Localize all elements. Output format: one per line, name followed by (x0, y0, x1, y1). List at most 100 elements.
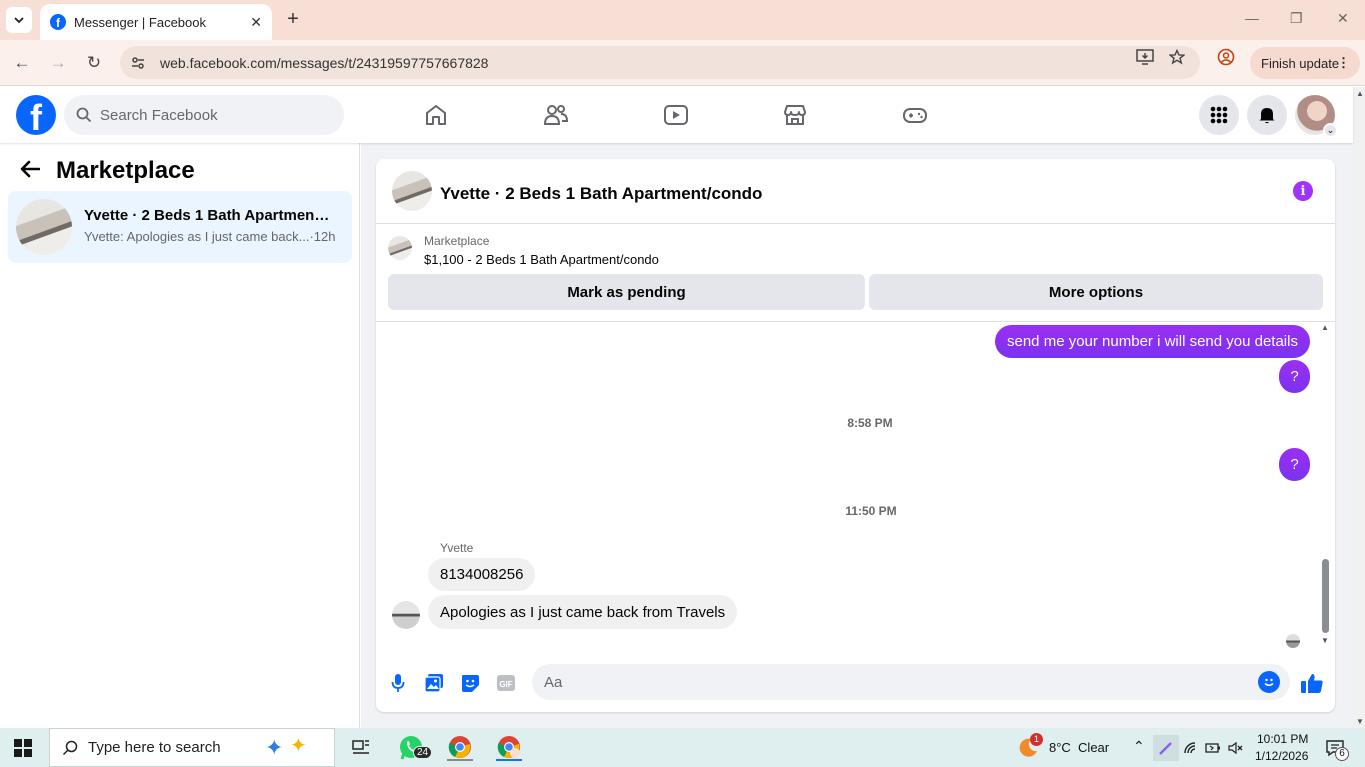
clock-date[interactable]: 1/12/2026 (1255, 749, 1308, 763)
chrome-profile-icon[interactable] (496, 735, 522, 761)
marketplace-icon[interactable] (781, 101, 809, 129)
new-tab-button[interactable]: + (282, 8, 304, 30)
outgoing-message[interactable]: send me your number i will send you deta… (995, 325, 1310, 358)
tab-close-icon[interactable]: ✕ (250, 14, 262, 31)
notification-center-icon[interactable]: 6 (1322, 735, 1349, 761)
search-placeholder: Search Facebook (100, 106, 218, 124)
panel-title: Marketplace (56, 157, 195, 184)
message-timestamp: 8:58 PM (847, 416, 893, 430)
windows-start-icon[interactable] (14, 739, 32, 757)
message-list: send me your number i will send you deta… (376, 323, 1335, 653)
show-hidden-icons-chevron-icon[interactable]: ⌃ (1133, 738, 1145, 755)
chat-window: Yvette · 2 Beds 1 Bath Apartment/condo i… (376, 159, 1335, 712)
emoji-icon[interactable] (1258, 671, 1280, 693)
grid-menu-icon (1210, 106, 1228, 124)
outgoing-message[interactable]: ? (1279, 360, 1310, 393)
pen-icon[interactable] (1153, 735, 1179, 761)
task-view-icon[interactable] (348, 735, 374, 761)
mark-as-pending-button[interactable]: Mark as pending (388, 274, 865, 310)
chat-header: Yvette · 2 Beds 1 Bath Apartment/condo i (376, 159, 1335, 224)
notification-count-badge: 6 (1335, 747, 1349, 761)
speaker-muted-icon[interactable] (1223, 735, 1249, 761)
forward-button[interactable]: → (47, 52, 69, 74)
chat-scroll-thumb[interactable] (1322, 559, 1329, 633)
chat-title[interactable]: Yvette · 2 Beds 1 Bath Apartment/condo (440, 184, 762, 204)
url-text: web.facebook.com/messages/t/243195977576… (160, 54, 489, 71)
svg-text:GIF: GIF (499, 680, 512, 689)
gaming-icon[interactable] (901, 101, 929, 129)
chat-scrollbar[interactable]: ▲ ▼ (1321, 323, 1331, 653)
listing-thumbnail (16, 199, 72, 255)
reload-button[interactable]: ↻ (83, 52, 105, 74)
minimize-window-button[interactable]: — (1245, 10, 1259, 26)
page-scrollbar[interactable]: ▲ ▼ (1353, 87, 1365, 728)
weather-text[interactable]: 8°C Clear (1049, 740, 1109, 755)
finish-update-label: Finish update (1261, 55, 1340, 71)
browser-tab-messenger[interactable]: f Messenger | Facebook ✕ (40, 4, 272, 40)
install-app-icon[interactable] (1135, 47, 1155, 67)
whatsapp-badge: 24 (413, 746, 433, 759)
sticker-icon[interactable] (458, 671, 482, 695)
menu-grid-button[interactable] (1199, 95, 1239, 135)
message-input[interactable]: Aa (532, 664, 1290, 700)
sender-avatar[interactable] (392, 601, 420, 629)
notifications-button[interactable] (1247, 95, 1287, 135)
photo-attach-icon[interactable] (422, 671, 446, 695)
bell-icon (1259, 108, 1275, 124)
incoming-message[interactable]: 8134008256 (428, 558, 536, 591)
copilot-sparkle-icon: ✦ (265, 735, 284, 760)
facebook-favicon-icon: f (50, 14, 66, 30)
friends-icon[interactable] (542, 101, 570, 129)
marketplace-inbox-panel: Marketplace Yvette · 2 Beds 1 Bath Apart… (0, 143, 360, 728)
more-options-button[interactable]: More options (869, 274, 1323, 310)
restore-window-button[interactable]: ❐ (1290, 10, 1303, 27)
account-avatar[interactable]: ⌄ (1295, 95, 1338, 138)
clock-time[interactable]: 10:01 PM (1257, 732, 1308, 746)
close-window-button[interactable]: ✕ (1337, 10, 1349, 27)
conversation-item[interactable]: Yvette · 2 Beds 1 Bath Apartment/... Yve… (8, 191, 352, 263)
microphone-icon[interactable] (386, 671, 410, 695)
outgoing-message[interactable]: ? (1279, 448, 1310, 481)
finish-update-button[interactable]: Finish update ⋮ (1250, 47, 1360, 79)
back-button[interactable]: ← (11, 52, 33, 74)
highlight-sparkle-icon: ✦ (290, 735, 307, 757)
chat-scroll-up-icon[interactable]: ▲ (1321, 323, 1329, 332)
more-menu-icon: ⋮ (1337, 55, 1350, 70)
conversation-name: Yvette · 2 Beds 1 Bath Apartment/... (84, 207, 334, 224)
scroll-down-arrow-icon[interactable]: ▼ (1356, 717, 1364, 726)
browser-toolbar: ← → ↻ web.facebook.com/messages/t/243195… (0, 40, 1365, 86)
back-arrow-icon[interactable] (20, 157, 41, 185)
search-icon (76, 107, 92, 123)
video-icon[interactable] (662, 101, 690, 129)
home-icon[interactable] (422, 101, 450, 129)
marketplace-label: Marketplace (424, 234, 490, 248)
incoming-message[interactable]: Apologies as I just came back from Trave… (428, 595, 738, 629)
tab-title: Messenger | Facebook (74, 14, 206, 30)
listing-title[interactable]: $1,100 - 2 Beds 1 Bath Apartment/condo (424, 252, 659, 267)
address-bar[interactable]: web.facebook.com/messages/t/243195977576… (120, 46, 1200, 79)
browser-tab-strip: f Messenger | Facebook ✕ + — ❐ ✕ (0, 0, 1365, 40)
facebook-search-input[interactable]: Search Facebook (64, 95, 344, 135)
scroll-up-arrow-icon[interactable]: ▲ (1356, 89, 1364, 98)
panel-header: Marketplace (20, 157, 195, 185)
bookmark-star-icon[interactable] (1167, 47, 1187, 67)
chat-listing-avatar[interactable] (392, 171, 432, 211)
whatsapp-icon[interactable]: 24 (398, 735, 433, 761)
facebook-logo-icon[interactable]: f (16, 95, 56, 135)
sender-name: Yvette (440, 541, 474, 555)
chrome-icon[interactable] (447, 735, 473, 761)
profile-icon[interactable] (1216, 47, 1236, 67)
message-composer: GIF Aa (376, 659, 1335, 709)
info-icon[interactable]: i (1293, 181, 1313, 201)
facebook-header: f Search Facebook ⌄ (0, 87, 1353, 143)
chat-scroll-down-icon[interactable]: ▼ (1321, 636, 1329, 645)
conversation-snippet: Yvette: Apologies as I just came back...… (84, 229, 336, 244)
thumbs-up-icon[interactable] (1300, 671, 1324, 695)
account-chevron-down-icon: ⌄ (1323, 123, 1338, 138)
weather-icon[interactable]: 1 (1015, 733, 1043, 761)
taskbar-search-box[interactable]: Type here to search ✦ ✦ (49, 728, 335, 767)
gif-icon[interactable]: GIF (494, 671, 518, 695)
site-settings-icon[interactable] (130, 55, 146, 71)
windows-taskbar: Type here to search ✦ ✦ 24 1 8°C Clear ⌃… (0, 728, 1365, 767)
tab-search-dropdown[interactable] (6, 7, 32, 33)
